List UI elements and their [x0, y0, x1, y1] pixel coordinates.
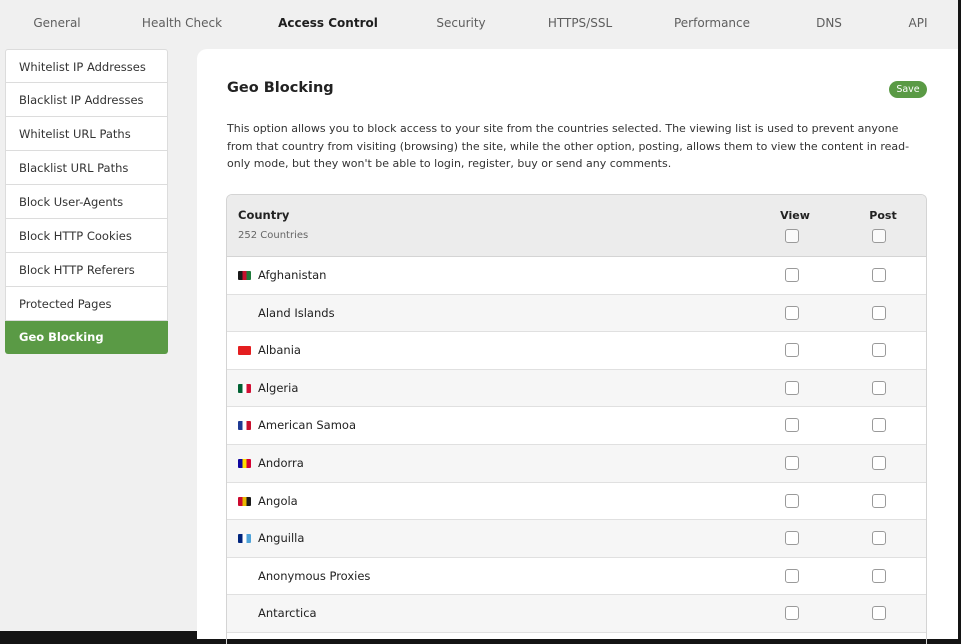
main-panel: Geo Blocking Save This option allows you… — [197, 49, 958, 644]
select-all-view-checkbox[interactable] — [785, 229, 799, 243]
country-name: Anguilla — [258, 531, 305, 546]
post-checkbox[interactable] — [872, 531, 886, 546]
sidebar-item-block-user-agents[interactable]: Block User-Agents — [5, 185, 168, 219]
post-checkbox[interactable] — [872, 268, 886, 282]
country-name: Aland Islands — [258, 305, 335, 320]
sidebar-item-blacklist-ip[interactable]: Blacklist IP Addresses — [5, 83, 168, 117]
tab-general[interactable]: General — [33, 16, 80, 30]
country-table: Country 252 Countries View Post Afghanis… — [226, 194, 927, 644]
view-checkbox[interactable] — [785, 268, 799, 282]
table-row: Algeria — [227, 369, 926, 408]
table-body: Afghanistan Aland Islands Albania Algeria Am… — [227, 257, 926, 633]
post-checkbox[interactable] — [872, 455, 886, 470]
table-row: Aland Islands — [227, 294, 926, 333]
post-checkbox[interactable] — [872, 418, 886, 433]
tab-security[interactable]: Security — [436, 16, 485, 30]
country-name: American Samoa — [258, 418, 357, 433]
sidebar-item-whitelist-url[interactable]: Whitelist URL Paths — [5, 117, 168, 151]
tab-dns[interactable]: DNS — [816, 16, 842, 30]
country-name: Andorra — [258, 455, 304, 470]
table-row: Anguilla — [227, 520, 926, 558]
tab-access-control[interactable]: Access Control — [278, 16, 378, 30]
country-name: Antarctica — [258, 606, 317, 621]
post-checkbox[interactable] — [872, 606, 886, 621]
view-checkbox[interactable] — [785, 380, 799, 395]
view-checkbox[interactable] — [785, 343, 799, 358]
view-checkbox[interactable] — [785, 493, 799, 508]
save-button[interactable]: Save — [889, 81, 927, 98]
table-header: Country 252 Countries View Post — [227, 195, 926, 257]
country-flag-icon — [238, 346, 251, 356]
description-text: This option allows you to block access t… — [227, 122, 910, 170]
table-row: Albania — [227, 332, 926, 370]
table-row: Anonymous Proxies — [227, 557, 926, 596]
tab-https-ssl[interactable]: HTTPS/SSL — [548, 16, 612, 30]
country-flag-icon — [238, 534, 251, 544]
post-checkbox[interactable] — [872, 568, 886, 583]
country-flag-icon — [238, 383, 251, 393]
tab-health-check[interactable]: Health Check — [142, 16, 222, 30]
table-row: Antarctica — [227, 595, 926, 633]
sidebar-item-blacklist-url[interactable]: Blacklist URL Paths — [5, 151, 168, 185]
table-row: American Samoa — [227, 407, 926, 445]
post-checkbox[interactable] — [872, 380, 886, 395]
country-flag-icon — [238, 271, 251, 280]
page-title: Geo Blocking — [227, 80, 334, 96]
table-row: Andorra — [227, 444, 926, 483]
post-checkbox[interactable] — [872, 343, 886, 358]
sidebar-item-block-http-referers[interactable]: Block HTTP Referers — [5, 253, 168, 287]
view-checkbox[interactable] — [785, 305, 799, 320]
country-name: Albania — [258, 343, 301, 358]
post-checkbox[interactable] — [872, 493, 886, 508]
country-flag-icon — [238, 421, 251, 431]
view-checkbox[interactable] — [785, 455, 799, 470]
table-row: Angola — [227, 482, 926, 521]
sidebar-item-protected-pages[interactable]: Protected Pages — [5, 287, 168, 321]
country-flag-icon — [238, 458, 251, 468]
country-name: Angola — [258, 493, 298, 508]
view-checkbox[interactable] — [785, 418, 799, 433]
post-checkbox[interactable] — [872, 305, 886, 320]
sidebar-item-geo-blocking[interactable]: Geo Blocking — [5, 321, 168, 354]
country-name: Algeria — [258, 380, 299, 395]
table-row: Afghanistan — [227, 257, 926, 295]
view-checkbox[interactable] — [785, 531, 799, 546]
view-checkbox[interactable] — [785, 568, 799, 583]
app-window: General Health Check Access Control Secu… — [0, 0, 958, 644]
country-count: 252 Countries — [238, 230, 309, 241]
view-column-header: View — [780, 209, 810, 222]
country-flag-icon — [238, 496, 251, 506]
tab-api[interactable]: API — [909, 16, 928, 30]
country-name: Anonymous Proxies — [258, 568, 371, 583]
tab-performance[interactable]: Performance — [674, 16, 750, 30]
sidebar-item-block-http-cookies[interactable]: Block HTTP Cookies — [5, 219, 168, 253]
country-name: Afghanistan — [258, 268, 327, 282]
country-column-header: Country — [238, 208, 290, 222]
select-all-post-checkbox[interactable] — [872, 229, 886, 243]
sidebar: Whitelist IP Addresses Blacklist IP Addr… — [5, 49, 168, 354]
post-column-header: Post — [869, 209, 897, 222]
top-navigation: General Health Check Access Control Secu… — [0, 0, 958, 46]
sidebar-item-whitelist-ip[interactable]: Whitelist IP Addresses — [5, 49, 168, 83]
view-checkbox[interactable] — [785, 606, 799, 621]
